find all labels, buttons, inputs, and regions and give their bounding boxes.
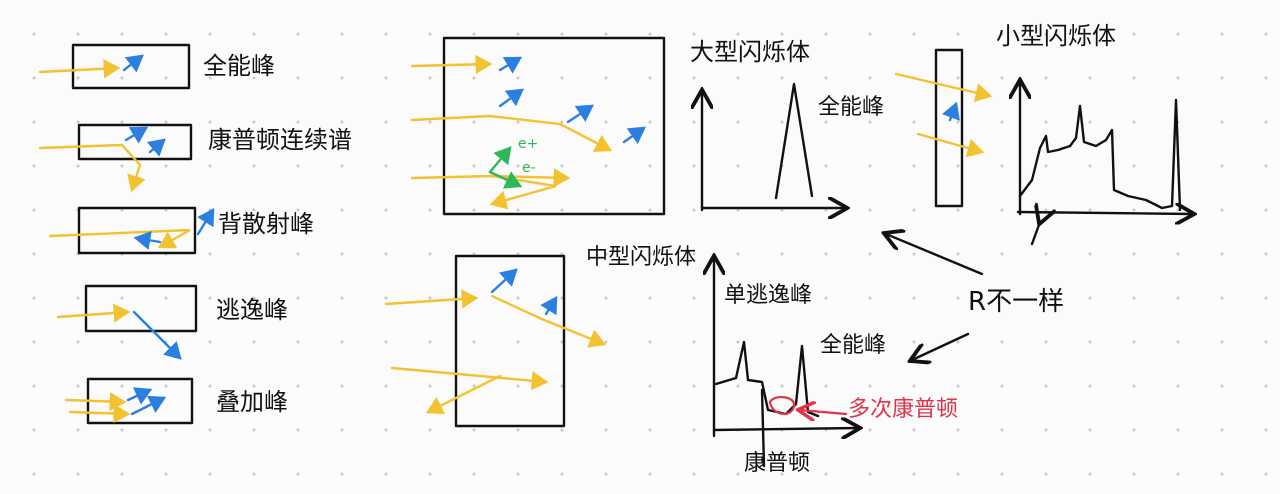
label-compton-continuum: 康普顿连续谱 xyxy=(208,126,352,154)
sketch-canvas: 全能峰 康普顿连续谱 背散射峰 逃逸峰 叠加峰 e+ e- 大型闪烁体 全能峰 … xyxy=(38,22,1280,476)
r-arrow-to-medium xyxy=(912,332,970,360)
medium-spectrum-curve xyxy=(714,340,820,418)
legend-compton: 康普顿连续谱 xyxy=(38,123,352,193)
label-single-escape-peak: 单逃逸峰 xyxy=(724,283,812,308)
legend-escape: 逃逸峰 xyxy=(56,284,288,360)
legend-sum: 叠加峰 xyxy=(64,377,288,425)
detector-box xyxy=(71,43,191,90)
small-scintillator-panel: 小型闪烁体 xyxy=(894,22,1192,246)
label-full-energy-peak: 全能峰 xyxy=(203,52,275,80)
resolution-note: R不一样 xyxy=(886,234,1064,360)
small-spectrum-curve xyxy=(1018,98,1182,212)
medium-spectrum: 单逃逸峰 全能峰 康普顿 多次康普顿 xyxy=(714,258,958,476)
medium-detector-box xyxy=(454,254,566,428)
label-r-differs: R不一样 xyxy=(968,287,1064,317)
label-electron: e- xyxy=(522,160,536,176)
label-escape-peak: 逃逸峰 xyxy=(216,296,288,324)
label-large-full-energy: 全能峰 xyxy=(818,95,884,120)
small-x-axis xyxy=(1016,212,1192,214)
label-medium-full-energy: 全能峰 xyxy=(820,333,886,358)
small-annotation-arrow xyxy=(1030,222,1040,246)
medium-x-axis xyxy=(712,428,858,430)
large-scintillator-panel: e+ e- 大型闪烁体 全能峰 xyxy=(410,36,884,214)
medium-scintillator-panel: 中型闪烁体 xyxy=(384,245,696,428)
label-compton-edge: 康普顿 xyxy=(744,451,810,476)
legend-backscatter: 背散射峰 xyxy=(48,206,314,255)
detector-box xyxy=(84,284,198,333)
label-sum-peak: 叠加峰 xyxy=(216,388,288,416)
label-multiple-compton: 多次康普顿 xyxy=(848,397,958,422)
small-detector-box xyxy=(934,48,964,208)
large-full-energy-peak-curve xyxy=(774,82,814,200)
label-positron: e+ xyxy=(518,136,538,152)
legend-full-energy: 全能峰 xyxy=(38,43,275,90)
label-large-scintillator: 大型闪烁体 xyxy=(690,38,810,66)
label-small-scintillator: 小型闪烁体 xyxy=(996,22,1116,50)
label-medium-scintillator: 中型闪烁体 xyxy=(586,245,696,270)
detector-box xyxy=(77,123,193,161)
label-backscatter-peak: 背散射峰 xyxy=(218,210,314,238)
r-arrow-to-large xyxy=(886,234,984,276)
